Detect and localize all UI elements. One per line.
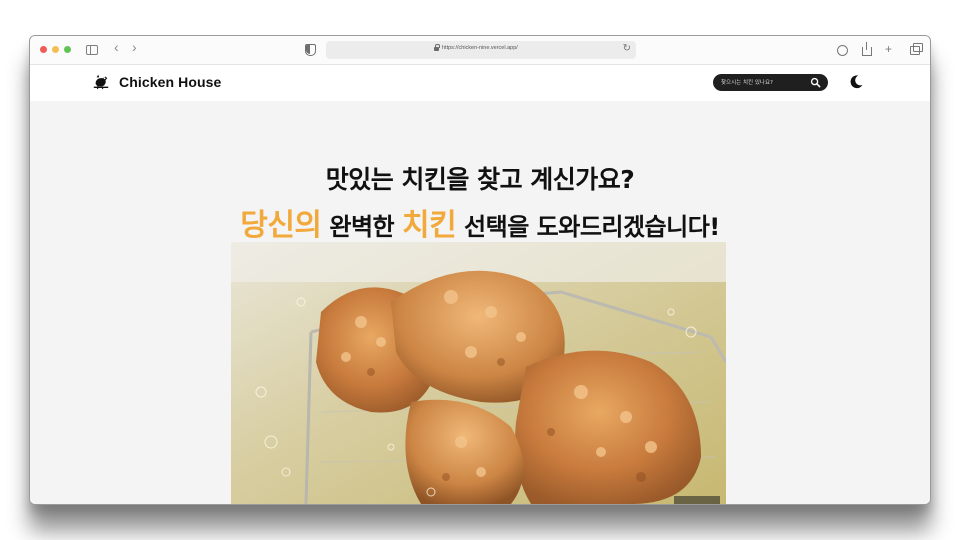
hero-accent-2: 치킨 bbox=[402, 208, 457, 243]
maximize-window-button[interactable] bbox=[64, 46, 71, 53]
forward-icon[interactable]: › bbox=[132, 40, 137, 54]
moon-icon[interactable] bbox=[848, 73, 865, 90]
site-header: Chicken House bbox=[30, 65, 930, 101]
privacy-shield-icon[interactable] bbox=[305, 44, 316, 56]
chicken-icon[interactable] bbox=[92, 72, 110, 90]
url-text: https://chicken-nine.vercel.app/ bbox=[442, 45, 518, 51]
new-tab-icon[interactable]: + bbox=[885, 41, 892, 57]
site-logo-text[interactable]: Chicken House bbox=[119, 74, 221, 90]
lock-icon bbox=[434, 44, 440, 51]
hero-headline: 맛있는 치킨을 찾고 계신가요? bbox=[325, 165, 635, 194]
hero-subheadline: 당신의 완벽한 치킨 선택을 도와드리겠습니다! bbox=[30, 200, 930, 244]
hero-text-1: 완벽한 bbox=[321, 213, 402, 241]
browser-window: ‹ › https://chicken-nine.vercel.app/ ↻ +… bbox=[29, 35, 931, 505]
sidebar-toggle-icon[interactable] bbox=[86, 45, 98, 55]
extensions-icon[interactable] bbox=[837, 45, 848, 56]
address-bar[interactable]: https://chicken-nine.vercel.app/ ↻ bbox=[326, 41, 636, 59]
hero-text-2: 선택을 도와드리겠습니다! bbox=[456, 213, 720, 241]
image-caption bbox=[674, 496, 720, 504]
hero-section: 맛있는 치킨을 찾고 계신가요? 당신의 완벽한 치킨 선택을 도와드리겠습니다… bbox=[30, 101, 930, 504]
tab-overview-icon[interactable] bbox=[910, 43, 923, 55]
search-input[interactable] bbox=[721, 74, 806, 91]
share-icon[interactable] bbox=[862, 42, 872, 56]
browser-toolbar: ‹ › https://chicken-nine.vercel.app/ ↻ + bbox=[30, 36, 930, 65]
hero-accent-1: 당신의 bbox=[240, 208, 322, 243]
reload-icon[interactable]: ↻ bbox=[623, 43, 631, 54]
hero-image bbox=[231, 242, 726, 504]
back-icon[interactable]: ‹ bbox=[114, 40, 119, 54]
search-icon[interactable] bbox=[810, 77, 821, 88]
fried-chicken-image bbox=[231, 242, 726, 504]
minimize-window-button[interactable] bbox=[52, 46, 59, 53]
close-window-button[interactable] bbox=[40, 46, 47, 53]
search-bar[interactable] bbox=[713, 74, 828, 91]
